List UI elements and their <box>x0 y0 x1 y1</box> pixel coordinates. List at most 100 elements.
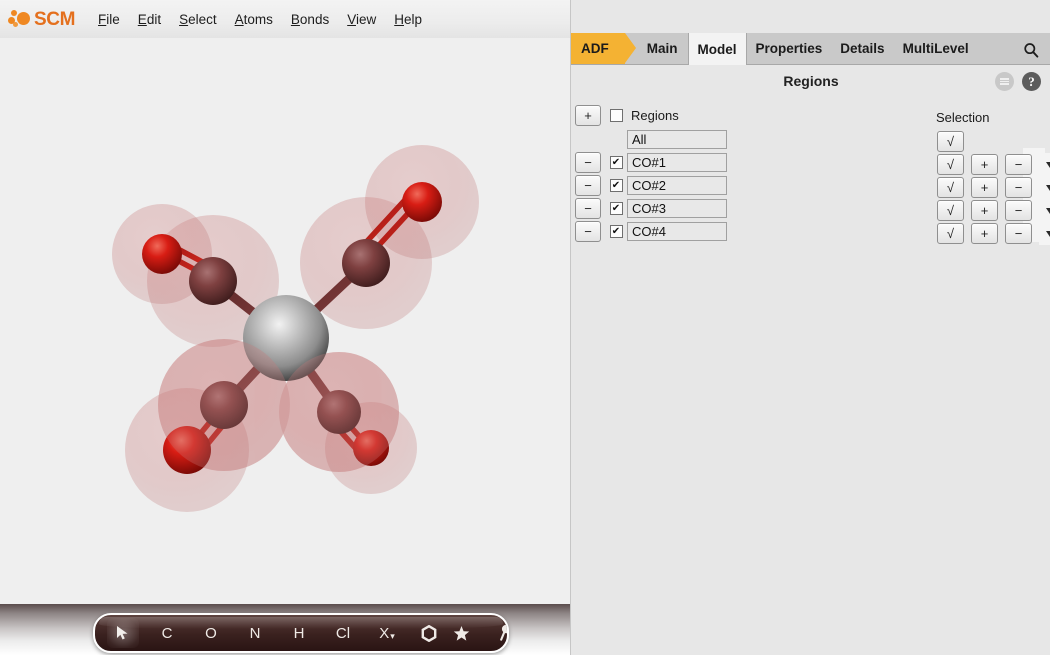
regions-header-checkbox-cell <box>605 109 627 122</box>
add-to-selection-button[interactable]: + <box>971 177 998 198</box>
search-button[interactable] <box>1021 40 1041 60</box>
menu-edit[interactable]: Edit <box>129 9 170 30</box>
region-checkbox[interactable]: ✔ <box>610 179 623 192</box>
add-to-selection-button[interactable]: + <box>971 154 998 175</box>
selection-column-header: Selection <box>936 110 989 125</box>
tab-adf[interactable]: ADF <box>571 33 625 64</box>
menu-select[interactable]: Select <box>170 9 226 30</box>
benzene-ring-tool[interactable] <box>413 618 445 648</box>
tab-main[interactable]: Main <box>625 33 688 64</box>
page-title: Regions <box>571 64 1050 98</box>
hydrogen-tool[interactable]: H <box>283 618 315 648</box>
region-name-field[interactable]: CO#3 <box>627 199 727 218</box>
add-region-cell: + <box>571 105 605 126</box>
row-checkbox-cell: ✔ <box>605 225 627 238</box>
scm-logo[interactable]: SCM <box>8 9 75 29</box>
chevron-down-icon: ▾ <box>390 631 395 642</box>
molecule-render <box>0 38 570 604</box>
region-name-field[interactable]: CO#4 <box>627 222 727 241</box>
cursor-arrow-icon <box>116 625 130 641</box>
panel-title-icons: ? <box>995 72 1041 91</box>
remove-region-button[interactable]: − <box>575 175 601 196</box>
menu-atoms[interactable]: Atoms <box>226 9 282 30</box>
hexagon-icon <box>421 625 437 642</box>
add-region-button[interactable]: + <box>575 105 601 126</box>
tab-properties[interactable]: Properties <box>747 33 832 64</box>
all-row-name-cell: All <box>627 130 727 149</box>
right-panel: ADF Main Model Properties Details MultiL… <box>570 0 1050 655</box>
selection-column: √ √ + − √ + − √ + − √ + <box>937 129 1050 245</box>
molecule-viewport[interactable] <box>0 38 570 604</box>
help-icon[interactable]: ? <box>1022 72 1041 91</box>
remove-from-selection-button[interactable]: − <box>1005 200 1032 221</box>
cursor-tool[interactable] <box>107 618 139 648</box>
selection-row: √ + − <box>937 222 1050 245</box>
chlorine-tool-label: Cl <box>336 625 350 642</box>
row-name-cell: CO#4 <box>627 222 727 241</box>
select-region-button[interactable]: √ <box>937 223 964 244</box>
other-element-tool[interactable]: X ▾ <box>371 618 403 648</box>
favorites-tool[interactable] <box>445 618 477 648</box>
row-name-cell: CO#2 <box>627 176 727 195</box>
menu-file[interactable]: File <box>89 9 129 30</box>
chevron-down-icon <box>1046 231 1050 237</box>
region-checkbox[interactable]: ✔ <box>610 225 623 238</box>
selection-menu-button[interactable] <box>1039 176 1050 199</box>
other-element-tool-label: X <box>379 625 389 642</box>
add-to-selection-button[interactable]: + <box>971 200 998 221</box>
scm-logo-icon <box>8 9 34 29</box>
select-region-button[interactable]: √ <box>937 154 964 175</box>
add-to-selection-button[interactable]: + <box>971 223 998 244</box>
select-region-button[interactable]: √ <box>937 177 964 198</box>
region-checkbox[interactable]: ✔ <box>610 156 623 169</box>
tab-details[interactable]: Details <box>831 33 893 64</box>
selection-row: √ + − <box>937 153 1050 176</box>
selection-menu-button[interactable] <box>1039 222 1050 245</box>
carbon-tool[interactable]: C <box>151 618 183 648</box>
tab-details-label: Details <box>840 41 884 56</box>
menu-view[interactable]: View <box>338 9 385 30</box>
regions-header-checkbox[interactable] <box>610 109 623 122</box>
remove-region-button[interactable]: − <box>575 221 601 242</box>
tab-multilevel[interactable]: MultiLevel <box>894 33 978 64</box>
tab-multilevel-label: MultiLevel <box>903 41 969 56</box>
tab-main-label: Main <box>647 41 678 56</box>
menu-help[interactable]: Help <box>385 9 431 30</box>
search-icon <box>1023 42 1039 58</box>
tab-adf-label: ADF <box>581 41 609 56</box>
regions-column-header: Regions <box>627 108 679 123</box>
chevron-down-icon <box>1046 185 1050 191</box>
list-icon[interactable] <box>995 72 1014 91</box>
tab-properties-label: Properties <box>756 41 823 56</box>
chlorine-tool[interactable]: Cl <box>327 618 359 648</box>
all-name-field[interactable]: All <box>627 130 727 149</box>
selection-row: √ + − <box>937 176 1050 199</box>
menu-bonds[interactable]: Bonds <box>282 9 338 30</box>
row-checkbox-cell: ✔ <box>605 202 627 215</box>
oxygen-tool-label: O <box>205 625 217 642</box>
region-name-field[interactable]: CO#1 <box>627 153 727 172</box>
pin-tool[interactable] <box>489 618 509 648</box>
selection-menu-button[interactable] <box>1039 153 1050 176</box>
row-checkbox-cell: ✔ <box>605 179 627 192</box>
selection-all-row: √ <box>937 129 1050 153</box>
region-checkbox[interactable]: ✔ <box>610 202 623 215</box>
remove-from-selection-button[interactable]: − <box>1005 154 1032 175</box>
hydrogen-tool-label: H <box>294 625 305 642</box>
region-name-field[interactable]: CO#2 <box>627 176 727 195</box>
selection-menu-button[interactable] <box>1039 199 1050 222</box>
row-checkbox-cell: ✔ <box>605 156 627 169</box>
tab-bar: ADF Main Model Properties Details MultiL… <box>571 33 1050 65</box>
element-toolbar[interactable]: C O N H Cl X ▾ <box>93 613 509 653</box>
select-region-button[interactable]: √ <box>937 200 964 221</box>
select-all-button[interactable]: √ <box>937 131 964 152</box>
tab-model[interactable]: Model <box>688 33 747 65</box>
remove-from-selection-button[interactable]: − <box>1005 223 1032 244</box>
nitrogen-tool[interactable]: N <box>239 618 271 648</box>
remove-region-button[interactable]: − <box>575 152 601 173</box>
oxygen-tool[interactable]: O <box>195 618 227 648</box>
remove-region-button[interactable]: − <box>575 198 601 219</box>
pin-icon <box>498 624 509 642</box>
nitrogen-tool-label: N <box>250 625 261 642</box>
remove-from-selection-button[interactable]: − <box>1005 177 1032 198</box>
